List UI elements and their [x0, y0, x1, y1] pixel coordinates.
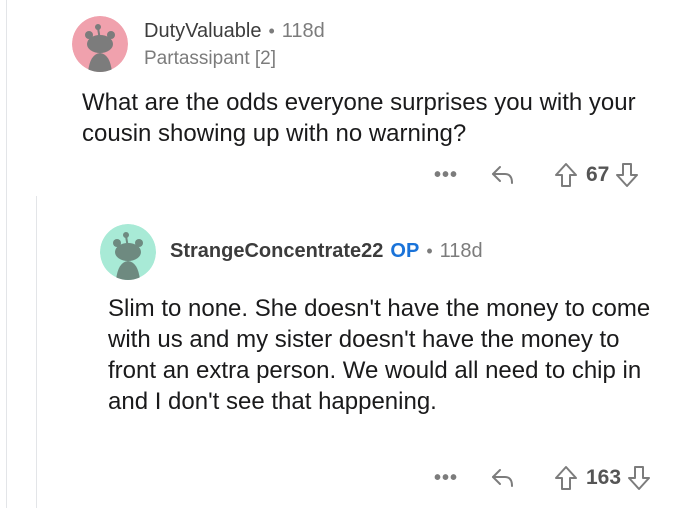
more-options-icon[interactable]: ••• — [432, 160, 460, 190]
reply-arrow-icon[interactable] — [490, 164, 516, 186]
more-options-icon[interactable]: ••• — [432, 463, 460, 493]
comment-age: 118d — [439, 240, 483, 262]
avatar[interactable] — [72, 16, 128, 72]
comment-header: DutyValuable • 118d — [144, 20, 325, 43]
downvote-arrow-icon[interactable] — [615, 162, 639, 188]
vote-score: 67 — [586, 163, 610, 186]
comment-strange-concentrate22: StrangeConcentrate22 OP • 118d Slim to n… — [0, 200, 700, 508]
upvote-arrow-icon[interactable] — [554, 162, 578, 188]
username[interactable]: DutyValuable — [144, 20, 261, 43]
reply-arrow-icon[interactable] — [490, 467, 516, 489]
separator-dot: • — [426, 241, 433, 261]
op-badge: OP — [390, 240, 420, 262]
comment-actions: ••• 163 — [432, 463, 651, 493]
comment-age: 118d — [281, 20, 325, 42]
comment-duty-valuable: DutyValuable • 118d Partassipant [2] Wha… — [0, 0, 700, 200]
username[interactable]: StrangeConcentrate22 — [170, 240, 383, 263]
downvote-arrow-icon[interactable] — [627, 465, 651, 491]
comment-header: StrangeConcentrate22 OP • 118d — [170, 240, 483, 263]
avatar[interactable] — [100, 224, 156, 280]
comment-body: What are the odds everyone surprises you… — [82, 89, 636, 147]
upvote-arrow-icon[interactable] — [554, 465, 578, 491]
separator-dot: • — [268, 21, 275, 41]
vote-score: 163 — [586, 466, 622, 489]
comment-actions: ••• 67 — [432, 160, 639, 190]
comment-body: Slim to none. She doesn't have the money… — [108, 295, 651, 415]
user-flair: Partassipant [2] — [144, 48, 277, 69]
